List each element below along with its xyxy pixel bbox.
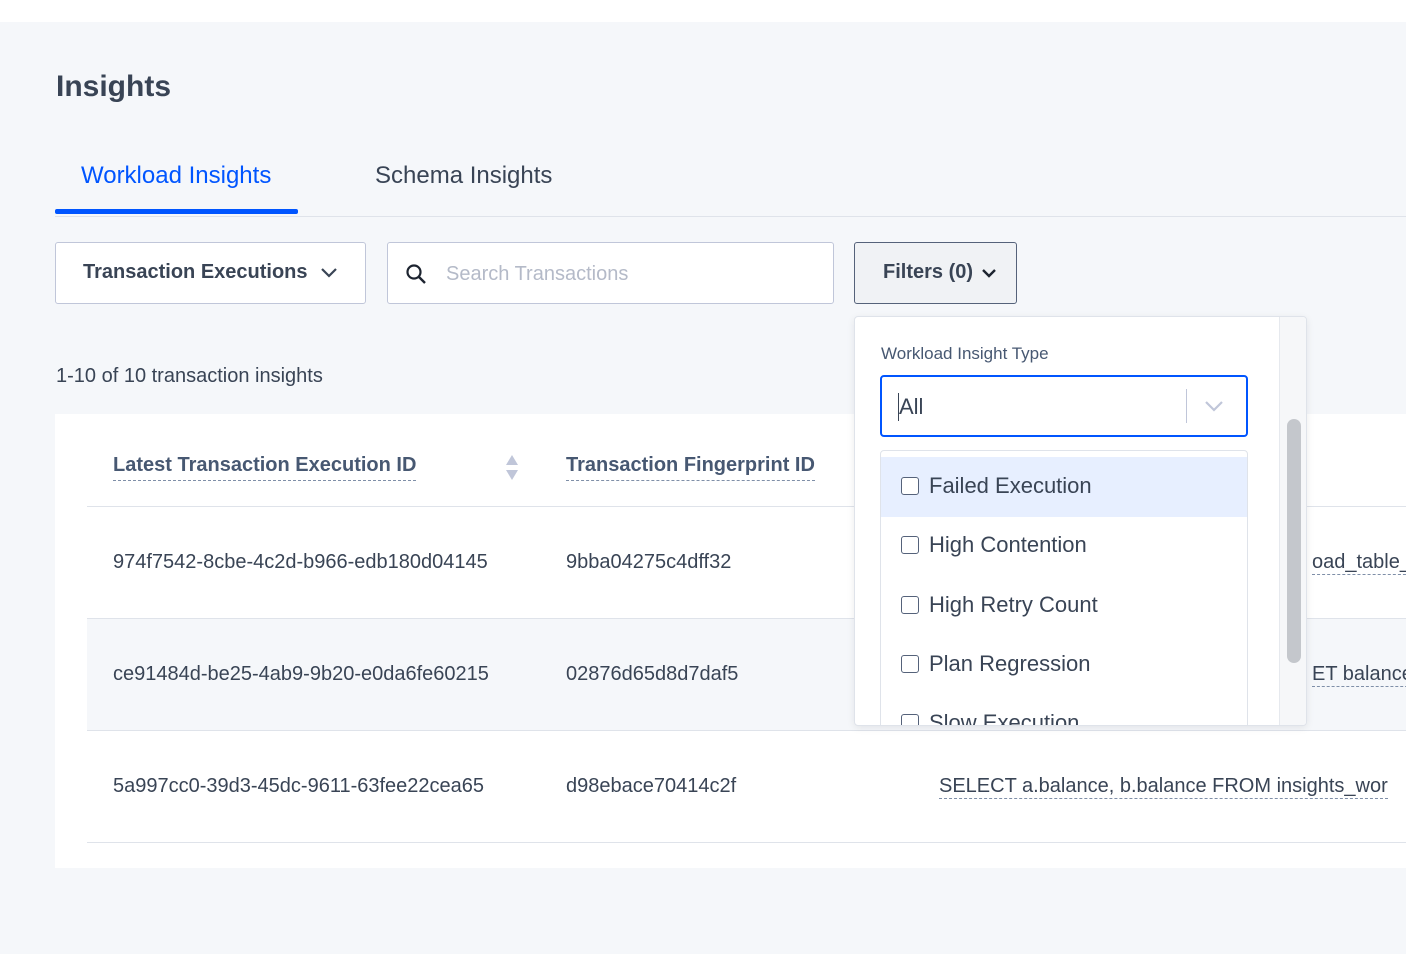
option-high-retry-count[interactable]: High Retry Count: [881, 576, 1247, 636]
option-plan-regression[interactable]: Plan Regression: [881, 635, 1247, 695]
table-row-divider: [87, 842, 1406, 954]
filters-button-label: Filters (0): [883, 261, 974, 283]
tab-workload-insights[interactable]: Workload Insights: [81, 162, 271, 190]
select-separator: [1186, 389, 1187, 423]
option-slow-execution[interactable]: Slow Execution: [881, 694, 1247, 726]
option-label: Plan Regression: [929, 651, 1091, 676]
option-label: High Retry Count: [929, 592, 1098, 617]
fingerprint-id-cell[interactable]: 9bba04275c4dff32: [566, 551, 731, 574]
execution-id-cell[interactable]: 5a997cc0-39d3-45dc-9611-63fee22cea65: [113, 775, 484, 798]
checkbox[interactable]: [901, 655, 919, 673]
query-cell[interactable]: oad_table_: [1312, 551, 1406, 575]
sort-icon[interactable]: [505, 454, 519, 482]
top-bar: [0, 0, 1406, 22]
search-box[interactable]: [387, 242, 834, 304]
tab-schema-insights[interactable]: Schema Insights: [375, 162, 552, 190]
query-cell[interactable]: ET balance: [1312, 663, 1406, 687]
execution-id-cell[interactable]: ce91484d-be25-4ab9-9b20-e0da6fe60215: [113, 663, 489, 686]
fingerprint-id-cell[interactable]: 02876d65d8d7daf5: [566, 663, 738, 686]
search-input[interactable]: [444, 257, 818, 291]
column-header-fingerprint-id[interactable]: Transaction Fingerprint ID: [566, 454, 815, 481]
fingerprint-id-cell[interactable]: d98ebace70414c2f: [566, 775, 736, 798]
chevron-down-icon: [982, 269, 996, 278]
column-header-execution-id[interactable]: Latest Transaction Execution ID: [113, 454, 417, 481]
execution-id-cell[interactable]: 974f7542-8cbe-4c2d-b966-edb180d04145: [113, 551, 488, 574]
checkbox[interactable]: [901, 596, 919, 614]
chevron-down-icon[interactable]: [1204, 399, 1224, 413]
table-row[interactable]: 5a997cc0-39d3-45dc-9611-63fee22cea65 d98…: [87, 730, 1406, 842]
insight-type-menu: Failed Execution High Contention High Re…: [880, 450, 1248, 726]
filter-panel: Workload Insight Type All Failed Executi…: [854, 316, 1307, 726]
result-count: 1-10 of 10 transaction insights: [56, 365, 323, 387]
checkbox[interactable]: [901, 536, 919, 554]
view-select[interactable]: Transaction Executions: [55, 242, 366, 304]
filter-type-label: Workload Insight Type: [881, 344, 1049, 363]
insight-type-value: All: [899, 394, 924, 419]
view-select-label: Transaction Executions: [83, 261, 308, 283]
query-cell[interactable]: SELECT a.balance, b.balance FROM insight…: [939, 775, 1388, 799]
tab-bar: Workload Insights Schema Insights: [55, 150, 1406, 217]
option-label: Failed Execution: [929, 473, 1092, 498]
option-failed-execution[interactable]: Failed Execution: [881, 457, 1247, 517]
option-label: Slow Execution: [929, 710, 1080, 726]
checkbox[interactable]: [901, 714, 919, 725]
scrollbar-thumb[interactable]: [1287, 419, 1301, 663]
page-title: Insights: [56, 70, 172, 103]
active-tab-indicator: [55, 209, 298, 214]
option-label: High Contention: [929, 532, 1087, 557]
insight-type-select[interactable]: All: [880, 375, 1248, 437]
filters-button[interactable]: Filters (0): [854, 242, 1017, 304]
search-icon: [406, 264, 426, 284]
option-high-contention[interactable]: High Contention: [881, 516, 1247, 576]
chevron-down-icon: [321, 268, 337, 278]
checkbox[interactable]: [901, 477, 919, 495]
